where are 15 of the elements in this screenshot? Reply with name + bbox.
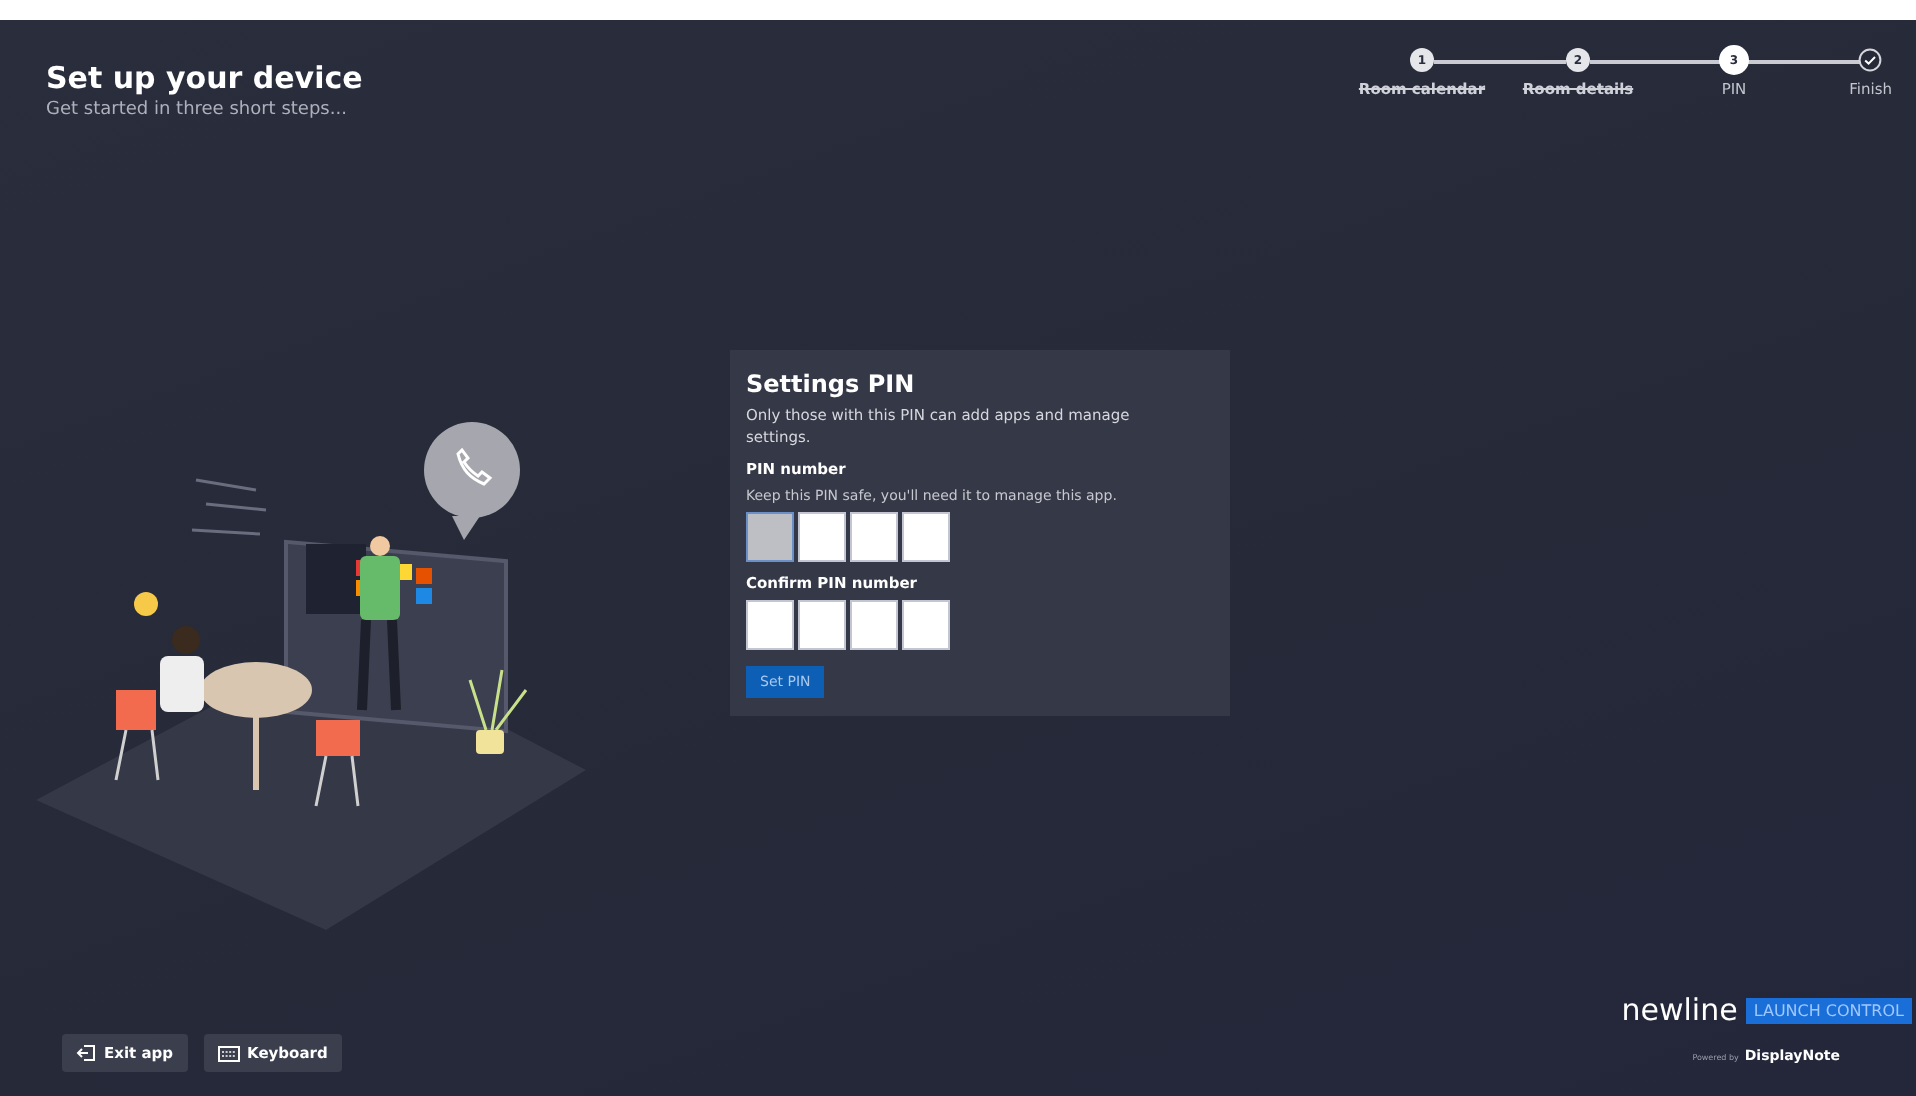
brand-logo-text: newline [1621,992,1738,1028]
page-subtitle: Get started in three short steps... [46,100,349,120]
pin-digit-field[interactable] [902,512,950,562]
card-title: Settings PIN [746,370,917,398]
pin-digit-field[interactable] [746,600,794,650]
page-title: Set up your device [46,60,363,96]
keyboard-icon [217,1045,240,1061]
pin-digit-field[interactable] [746,512,794,562]
pin-digit-field[interactable] [902,600,950,650]
product-badge: LAUNCH CONTROL [1745,997,1912,1023]
pin-digit-field[interactable] [850,600,898,650]
pin-digit-field[interactable] [798,512,846,562]
exit-icon [76,1044,96,1062]
pin-digit-field[interactable] [850,512,898,562]
pin-digit-field[interactable] [798,600,846,650]
